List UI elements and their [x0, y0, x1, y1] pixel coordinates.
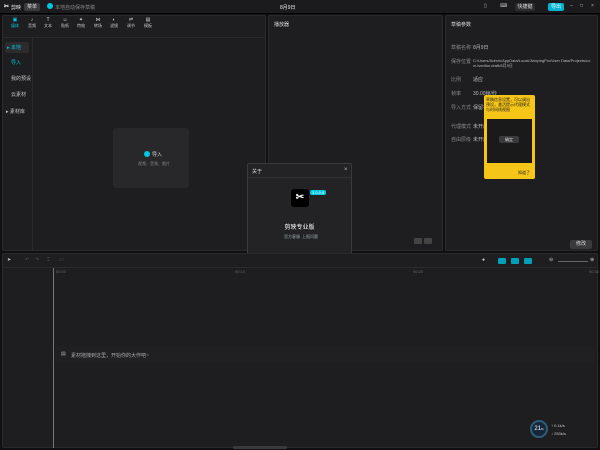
onboarding-tooltip: 草稿信息设置，可以调出预设，激活提示代理模式与时间线视图 确定 知道了: [484, 95, 535, 179]
shortcut-button[interactable]: 快捷键: [515, 3, 535, 11]
tooltip-preview: 确定: [487, 119, 532, 163]
close-icon[interactable]: ×: [344, 167, 348, 173]
maximize-icon[interactable]: □: [580, 3, 583, 9]
sidebar-item-presets[interactable]: 我的预设: [11, 75, 31, 82]
select-tool-icon[interactable]: ➤: [7, 257, 11, 263]
tool-label: 媒体: [11, 23, 19, 28]
param-key: 草稿名称: [451, 45, 472, 51]
tool-effects[interactable]: ✦ 特效: [74, 17, 88, 29]
zoom-slider[interactable]: [558, 261, 588, 262]
cpu-percent: 21: [534, 426, 541, 432]
ruler-label: 00:20: [413, 269, 424, 274]
split-icon[interactable]: ⌶: [47, 257, 50, 263]
tool-adjust[interactable]: ⇌ 调节: [124, 17, 138, 29]
tooltip-confirm-button[interactable]: 知道了: [518, 170, 530, 176]
param-key: 自由层级: [451, 137, 472, 143]
sidebar-item-library[interactable]: ▸ 素材库: [6, 108, 25, 115]
param-key: 帧率: [451, 91, 462, 97]
param-value: C:/Users/Admin/AppData/Local/JianyingPro…: [473, 58, 591, 68]
ruler-label: 00:00: [56, 269, 67, 274]
cpu-monitor: 21%: [530, 420, 548, 438]
menu-button[interactable]: 菜单: [24, 3, 40, 11]
edit-params-button[interactable]: 修改: [570, 240, 592, 249]
report-link[interactable]: 上报问题: [302, 234, 318, 240]
tool-transition[interactable]: ⋈ 转场: [91, 17, 105, 29]
undo-icon[interactable]: ↶: [25, 257, 29, 263]
sidebar-item-import[interactable]: 导入: [11, 59, 21, 66]
redo-icon[interactable]: ↷: [35, 257, 39, 263]
ruler-label: 00:30: [589, 269, 600, 274]
import-box[interactable]: 导入 视频、音频、图片: [113, 128, 189, 188]
tool-label: 音频: [28, 23, 36, 28]
zoom-out-icon[interactable]: ⊖: [549, 257, 553, 263]
tool-filter[interactable]: ◐ 滤镜: [107, 17, 121, 29]
param-key: 比例: [451, 77, 462, 83]
param-value: 适应: [473, 77, 484, 83]
sidebar-item-cloud[interactable]: 云素材: [11, 91, 26, 98]
main-track-icon: ▤: [61, 351, 66, 357]
close-icon[interactable]: ×: [591, 3, 594, 9]
app-logo-icon: ✂: [4, 4, 10, 10]
tool-media[interactable]: ▣ 媒体: [8, 17, 22, 29]
tool-label: 滤镜: [110, 23, 118, 28]
zoom-in-icon[interactable]: ⊕: [590, 257, 594, 263]
param-key: 导入方式: [451, 105, 472, 111]
tool-label: 调节: [127, 23, 135, 28]
project-title: 8月9日: [280, 5, 296, 11]
ratio-icon[interactable]: [424, 238, 432, 244]
timeline-toolbar: [3, 254, 597, 268]
import-hint: 视频、音频、图片: [138, 161, 170, 166]
ruler-label: 00:10: [235, 269, 246, 274]
about-dialog-header-line: [248, 177, 351, 178]
about-dialog-title: 关于: [252, 169, 263, 175]
delete-icon[interactable]: ▭: [59, 257, 64, 263]
tool-sticker[interactable]: ☺ 贴纸: [58, 17, 72, 29]
media-sidebar: [3, 38, 33, 250]
tool-label: 转场: [94, 23, 102, 28]
timeline-hint: 素材拖拽到这里，开始你的大作吧~: [71, 353, 149, 359]
minimize-icon[interactable]: –: [570, 3, 573, 9]
tool-label: 文本: [44, 23, 52, 28]
media-panel: 导入 视频、音频、图片: [2, 15, 266, 251]
import-plus-icon[interactable]: [144, 151, 150, 157]
fullscreen-icon[interactable]: [414, 238, 422, 244]
tooltip-text: 草稿信息设置，可以调出预设，激活提示代理模式与时间线视图: [486, 97, 530, 112]
net-up: ↑ 0.1k/s: [551, 423, 565, 428]
cpu-unit: %: [541, 427, 544, 431]
layout-icon[interactable]: ▯: [484, 3, 487, 9]
param-key: 保存位置: [451, 59, 472, 65]
tool-audio[interactable]: ♪ 音频: [25, 17, 39, 29]
title-bar: ✂ 剪映 菜单 本地自动保存草稿 8月9日 ▯ ⌨ 快捷键 导出 – □ ×: [0, 0, 600, 14]
timeline-panel: ➤ ↶ ↷ ⌶ ▭ ● ⊖ ⊕ 00:00 00:10 00:20 00:30 …: [2, 253, 600, 449]
autosave-status: 本地自动保存草稿: [55, 5, 96, 11]
draft-params-title: 草稿参数: [451, 22, 472, 28]
import-label[interactable]: 导入: [152, 151, 162, 158]
tool-template[interactable]: ▤ 模板: [141, 17, 155, 29]
version-badge: 3.0.0.8: [310, 190, 327, 195]
export-button[interactable]: 导出: [548, 3, 564, 11]
param-key: 代理模式: [451, 124, 472, 130]
about-app-name: 剪映专业版: [284, 225, 315, 231]
preview-axis-toggle[interactable]: [524, 258, 532, 264]
net-down: ↓ 253k/s: [551, 431, 566, 436]
param-value: 8月9日: [473, 45, 489, 51]
app-name: 剪映: [11, 5, 22, 11]
support-link[interactable]: 官方客服: [284, 234, 300, 240]
shortcut-icon[interactable]: ⌨: [500, 3, 507, 9]
tool-label: 模板: [144, 23, 152, 28]
autosave-icon: [47, 3, 53, 9]
sidebar-item-local[interactable]: ▸ 本地: [5, 42, 29, 53]
tooltip-preview-button: 确定: [499, 136, 519, 143]
mic-icon[interactable]: ●: [482, 257, 485, 263]
tool-label: 特效: [77, 23, 85, 28]
playhead[interactable]: [53, 268, 54, 448]
timeline-scrollbar[interactable]: [233, 446, 287, 449]
link-toggle[interactable]: [511, 258, 519, 264]
tool-text[interactable]: T 文本: [41, 17, 55, 29]
app-logo-icon: ✂: [291, 189, 309, 207]
snap-toggle[interactable]: [498, 258, 506, 264]
player-title: 播放器: [274, 22, 290, 28]
tool-label: 贴纸: [61, 23, 69, 28]
